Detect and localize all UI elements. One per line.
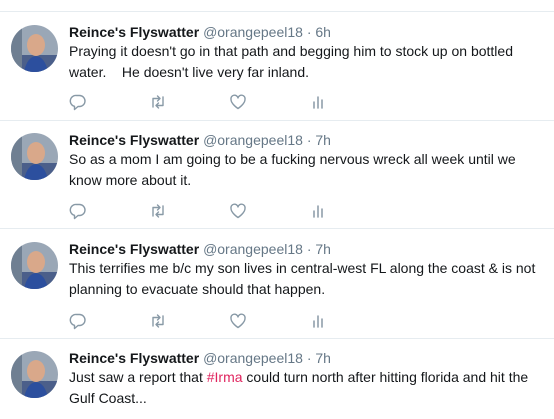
like-icon[interactable]: [229, 93, 247, 111]
author-handle[interactable]: @orangepeel18: [203, 350, 303, 366]
avatar[interactable]: [11, 242, 58, 289]
author-name[interactable]: Reince's Flyswatter: [69, 241, 199, 257]
separator-dot: ·: [306, 132, 312, 148]
analytics-icon[interactable]: [309, 312, 327, 330]
separator-dot: ·: [306, 24, 312, 40]
timestamp[interactable]: 7h: [315, 350, 331, 366]
avatar[interactable]: [11, 351, 58, 398]
avatar[interactable]: [11, 133, 58, 180]
timestamp[interactable]: 7h: [315, 132, 331, 148]
author-name[interactable]: Reince's Flyswatter: [69, 132, 199, 148]
reply-icon[interactable]: [69, 93, 87, 111]
reply-icon[interactable]: [69, 202, 87, 220]
avatar[interactable]: [11, 25, 58, 72]
tweet-header: Reince's Flyswatter @orangepeel18 · 7h: [69, 349, 331, 367]
author-handle[interactable]: @orangepeel18: [203, 24, 303, 40]
timestamp[interactable]: 6h: [315, 24, 331, 40]
tweet-text: Praying it doesn't go in that path and b…: [69, 43, 517, 80]
retweet-icon[interactable]: [149, 202, 167, 220]
author-name[interactable]: Reince's Flyswatter: [69, 350, 199, 366]
like-icon[interactable]: [229, 312, 247, 330]
tweet[interactable]: Reince's Flyswatter @orangepeel18 · 7h S…: [0, 121, 554, 229]
tweet-text: Just saw a report that #Irma could turn …: [69, 367, 547, 409]
tweet[interactable]: Reince's Flyswatter @orangepeel18 · 7h T…: [0, 229, 554, 339]
analytics-icon[interactable]: [309, 93, 327, 111]
tweet-header: Reince's Flyswatter @orangepeel18 · 7h: [69, 240, 331, 258]
author-name[interactable]: Reince's Flyswatter: [69, 24, 199, 40]
separator-dot: ·: [306, 350, 312, 366]
like-icon[interactable]: [229, 202, 247, 220]
separator-dot: ·: [306, 241, 312, 257]
tweet[interactable]: Reince's Flyswatter @orangepeel18 · 7h J…: [0, 339, 554, 419]
reply-icon[interactable]: [69, 312, 87, 330]
retweet-icon[interactable]: [149, 312, 167, 330]
author-handle[interactable]: @orangepeel18: [203, 132, 303, 148]
tweet[interactable]: Reince's Flyswatter @orangepeel18 · 6h P…: [0, 12, 554, 121]
retweet-icon[interactable]: [149, 93, 167, 111]
tweet-text: This terrifies me b/c my son lives in ce…: [69, 260, 540, 297]
tweet-text-part: Just saw a report that: [69, 369, 207, 385]
tweet-header: Reince's Flyswatter @orangepeel18 · 6h: [69, 23, 331, 41]
tweet-header: Reince's Flyswatter @orangepeel18 · 7h: [69, 131, 331, 149]
analytics-icon[interactable]: [309, 202, 327, 220]
timestamp[interactable]: 7h: [315, 241, 331, 257]
hashtag-link[interactable]: #Irma: [207, 369, 243, 385]
author-handle[interactable]: @orangepeel18: [203, 241, 303, 257]
tweet-text: So as a mom I am going to be a fucking n…: [69, 151, 520, 188]
